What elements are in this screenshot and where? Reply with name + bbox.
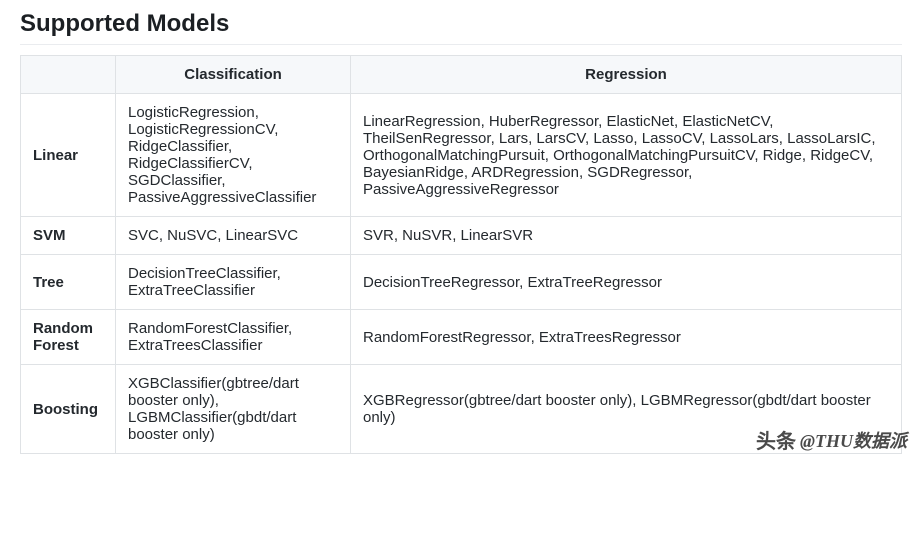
- table-header-row: Classification Regression: [21, 56, 902, 94]
- row-classification: RandomForestClassifier, ExtraTreesClassi…: [116, 310, 351, 365]
- row-category: Boosting: [21, 365, 116, 454]
- row-category: SVM: [21, 217, 116, 255]
- row-regression: SVR, NuSVR, LinearSVR: [351, 217, 902, 255]
- row-regression: RandomForestRegressor, ExtraTreesRegress…: [351, 310, 902, 365]
- table-row: SVM SVC, NuSVC, LinearSVC SVR, NuSVR, Li…: [21, 217, 902, 255]
- table-row: Random Forest RandomForestClassifier, Ex…: [21, 310, 902, 365]
- page-title: Supported Models: [20, 10, 902, 45]
- table-row: Linear LogisticRegression, LogisticRegre…: [21, 94, 902, 217]
- row-classification: XGBClassifier(gbtree/dart booster only),…: [116, 365, 351, 454]
- watermark-icon: 头条: [756, 425, 796, 454]
- header-empty: [21, 56, 116, 94]
- row-regression: LinearRegression, HuberRegressor, Elasti…: [351, 94, 902, 217]
- row-classification: LogisticRegression, LogisticRegressionCV…: [116, 94, 351, 217]
- row-category: Random Forest: [21, 310, 116, 365]
- table-row: Tree DecisionTreeClassifier, ExtraTreeCl…: [21, 255, 902, 310]
- supported-models-table: Classification Regression Linear Logisti…: [20, 55, 902, 454]
- watermark: 头条 @THU数据派: [756, 425, 907, 454]
- row-regression: DecisionTreeRegressor, ExtraTreeRegresso…: [351, 255, 902, 310]
- row-category: Tree: [21, 255, 116, 310]
- watermark-text: @THU数据派: [800, 427, 907, 453]
- row-classification: SVC, NuSVC, LinearSVC: [116, 217, 351, 255]
- header-regression: Regression: [351, 56, 902, 94]
- header-classification: Classification: [116, 56, 351, 94]
- row-category: Linear: [21, 94, 116, 217]
- row-classification: DecisionTreeClassifier, ExtraTreeClassif…: [116, 255, 351, 310]
